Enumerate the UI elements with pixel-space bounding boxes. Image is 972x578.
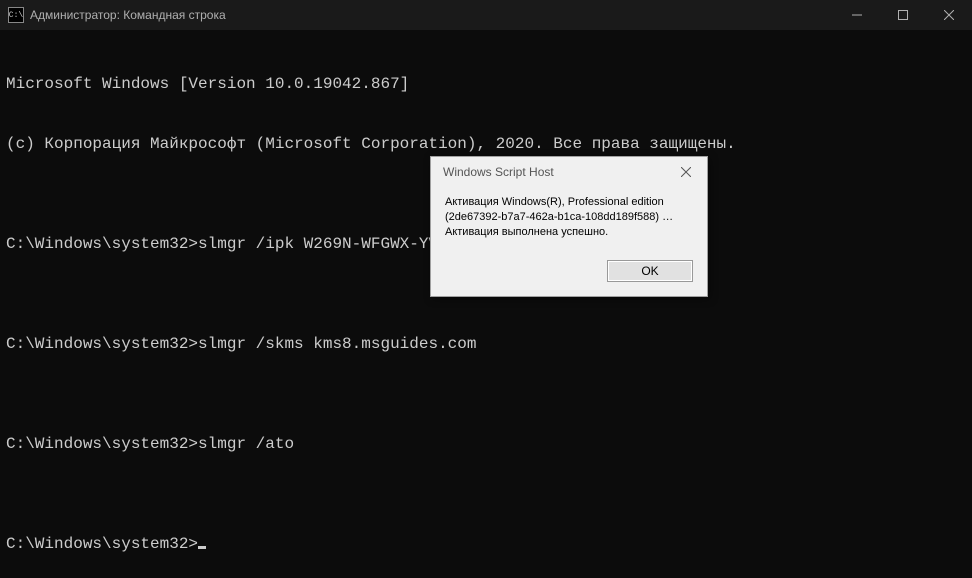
cmd-icon: C:\ <box>8 7 24 23</box>
terminal-prompt: C:\Windows\system32> <box>6 534 966 554</box>
dialog-text-line: Активация выполнена успешно. <box>445 225 693 240</box>
window-controls <box>834 0 972 30</box>
terminal-line: C:\Windows\system32>slmgr /ato <box>6 434 966 454</box>
dialog-text-line: (2de67392-b7a7-462a-b1ca-108dd189f588) … <box>445 210 693 225</box>
script-host-dialog: Windows Script Host Активация Windows(R)… <box>430 156 708 297</box>
terminal-output[interactable]: Microsoft Windows [Version 10.0.19042.86… <box>0 30 972 578</box>
prompt-text: C:\Windows\system32> <box>6 535 198 553</box>
terminal-line: Microsoft Windows [Version 10.0.19042.86… <box>6 74 966 94</box>
terminal-line: (c) Корпорация Майкрософт (Microsoft Cor… <box>6 134 966 154</box>
terminal-line: C:\Windows\system32>slmgr /skms kms8.msg… <box>6 334 966 354</box>
dialog-close-button[interactable] <box>673 162 699 182</box>
dialog-text-line: Активация Windows(R), Professional editi… <box>445 195 693 210</box>
dialog-footer: OK <box>431 254 707 296</box>
ok-button[interactable]: OK <box>607 260 693 282</box>
titlebar: C:\ Администратор: Командная строка <box>0 0 972 30</box>
minimize-button[interactable] <box>834 0 880 30</box>
dialog-body: Активация Windows(R), Professional editi… <box>431 187 707 254</box>
dialog-title: Windows Script Host <box>443 165 673 179</box>
dialog-titlebar[interactable]: Windows Script Host <box>431 157 707 187</box>
maximize-button[interactable] <box>880 0 926 30</box>
cursor <box>198 546 206 549</box>
close-button[interactable] <box>926 0 972 30</box>
window-title: Администратор: Командная строка <box>30 8 834 22</box>
